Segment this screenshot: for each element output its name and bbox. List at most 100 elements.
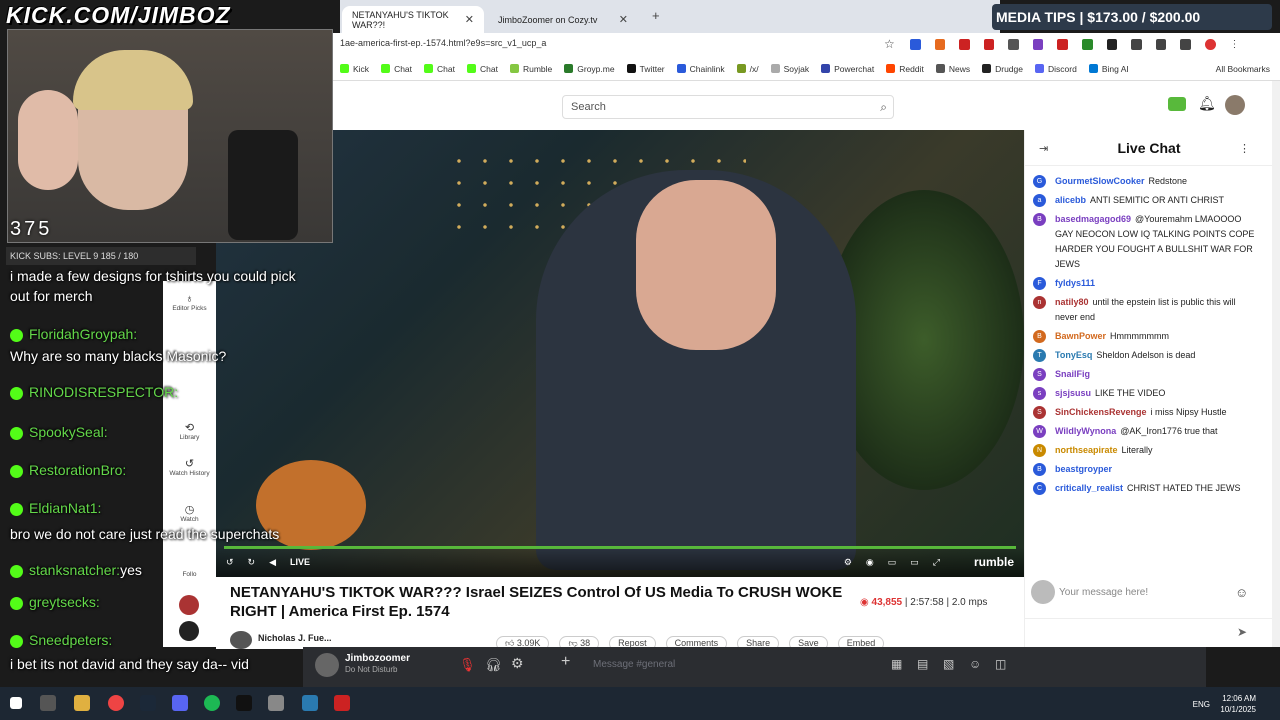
bookmark-bing-ai[interactable]: Bing AI	[1088, 64, 1129, 74]
bookmark-powerchat[interactable]: Powerchat	[821, 64, 874, 74]
extension-icon[interactable]	[1082, 39, 1093, 50]
extension-icon[interactable]	[934, 39, 946, 50]
clock[interactable]: 12:06 AM 10/1/2025	[1220, 693, 1256, 715]
volume-icon[interactable]: ◀	[269, 557, 276, 568]
extension-icon[interactable]	[1180, 39, 1191, 50]
avatar[interactable]	[230, 631, 252, 649]
avatar[interactable]: S	[1033, 406, 1046, 419]
sticker-icon[interactable]: ▧	[943, 657, 954, 671]
chat-username[interactable]: WildlyWynona	[1055, 426, 1116, 436]
avatar[interactable]: N	[1033, 444, 1046, 457]
all-bookmarks[interactable]: All Bookmarks	[1216, 64, 1270, 74]
avatar[interactable]: a	[1033, 194, 1046, 207]
mute-icon[interactable]: 🎙︎	[459, 657, 476, 673]
rumble-logo[interactable]: rumble	[974, 555, 1014, 569]
search-input[interactable]: Search ⌕	[562, 95, 894, 119]
avatar[interactable]: S	[1033, 368, 1046, 381]
browser-tab-active[interactable]: NETANYAHU'S TIKTOK WAR??! ✕	[342, 6, 484, 33]
chat-username[interactable]: BawnPower	[1055, 331, 1106, 341]
steam-icon[interactable]	[140, 695, 156, 711]
bookmark-twitter[interactable]: Twitter	[626, 64, 665, 74]
bookmark-news[interactable]: News	[935, 64, 970, 74]
channel-name[interactable]: Nicholas J. Fue...	[258, 633, 332, 643]
avatar[interactable]	[1225, 95, 1245, 115]
sidebar-item-editor-picks[interactable]: ♁ Editor Picks	[163, 293, 216, 312]
language-indicator[interactable]: ENG	[1193, 700, 1210, 709]
message-input[interactable]: Message #general	[593, 659, 675, 670]
extension-icon[interactable]	[1057, 39, 1069, 50]
search-icon[interactable]: ⌕	[880, 100, 887, 115]
bookmark-x[interactable]: /x/	[736, 64, 759, 74]
gear-icon[interactable]: ⚙	[511, 655, 524, 672]
emoji-icon[interactable]: ☺	[969, 657, 981, 671]
chat-username[interactable]: GourmetSlowCooker	[1055, 176, 1145, 186]
autoplay-toggle[interactable]: ◉	[866, 557, 874, 568]
bookmark-drudge[interactable]: Drudge	[982, 64, 1023, 74]
spotify-icon[interactable]	[204, 695, 220, 711]
avatar[interactable]	[179, 595, 199, 615]
app-icon[interactable]	[268, 695, 284, 711]
chat-username[interactable]: SinChickensRevenge	[1055, 407, 1147, 417]
avatar[interactable]: G	[1033, 175, 1046, 188]
sidebar-item-watch[interactable]: ◷ Watch	[163, 503, 216, 523]
go-live-icon[interactable]	[1168, 97, 1186, 111]
extension-icon[interactable]	[1131, 39, 1142, 50]
chat-username[interactable]: alicebb	[1055, 195, 1086, 205]
app-icon[interactable]	[334, 695, 350, 711]
avatar[interactable]: s	[1033, 387, 1046, 400]
extension-icon[interactable]	[910, 39, 921, 50]
close-tab-icon[interactable]: ✕	[465, 13, 474, 26]
avatar[interactable]: W	[1033, 425, 1046, 438]
bookmark-discord[interactable]: Discord	[1035, 64, 1077, 74]
gif-icon[interactable]: ▤	[917, 657, 928, 671]
headphones-icon[interactable]: 🎧︎	[485, 657, 502, 673]
bookmark-reddit[interactable]: Reddit	[886, 64, 924, 74]
avatar[interactable]: C	[1033, 482, 1046, 495]
chat-input[interactable]: Your message here!	[1059, 582, 1259, 604]
avatar[interactable]	[315, 653, 339, 677]
chat-username[interactable]: basedmagagod69	[1055, 214, 1131, 224]
chat-menu-icon[interactable]: ⋮	[1239, 142, 1250, 155]
windows-start-icon[interactable]	[10, 697, 22, 709]
chat-username[interactable]: TonyEsq	[1055, 350, 1092, 360]
avatar[interactable]: B	[1033, 463, 1046, 476]
discord-icon[interactable]	[172, 695, 188, 711]
bookmark-groyp-me[interactable]: Groyp.me	[564, 64, 615, 74]
bookmark-chat[interactable]: Chat	[424, 64, 455, 74]
profile-icon[interactable]	[1204, 39, 1216, 50]
chrome-icon[interactable]	[108, 695, 124, 711]
chat-username[interactable]: northseapirate	[1055, 445, 1118, 455]
theater-icon[interactable]: ▭	[910, 557, 919, 568]
settings-icon[interactable]: ⚙	[844, 557, 852, 568]
avatar[interactable]: F	[1033, 277, 1046, 290]
extension-icon[interactable]	[959, 39, 970, 50]
chat-username[interactable]: sjsjsusu	[1055, 388, 1091, 398]
bookmark-soyjak[interactable]: Soyjak	[770, 64, 809, 74]
notification-bell-icon[interactable]: 🔔︎	[1198, 95, 1216, 112]
fullscreen-icon[interactable]: ⤢	[933, 557, 940, 568]
extension-icon[interactable]	[983, 39, 995, 50]
app-icon[interactable]	[236, 695, 252, 711]
video-player[interactable]: ↺ ↻ ◀ LIVE ⚙ ◉ ▭ ▭ ⤢ rumble	[216, 130, 1024, 577]
game-icon[interactable]: ◫	[995, 657, 1006, 671]
bookmark-chainlink[interactable]: Chainlink	[676, 64, 725, 74]
chat-username[interactable]: critically_realist	[1055, 483, 1123, 493]
extension-icon[interactable]	[1032, 39, 1044, 50]
bookmark-chat[interactable]: Chat	[381, 64, 412, 74]
extension-icon[interactable]	[1155, 39, 1167, 50]
avatar[interactable]: B	[1033, 213, 1046, 226]
task-view-icon[interactable]	[40, 695, 56, 711]
avatar[interactable]	[179, 621, 199, 641]
browser-tab[interactable]: JimboZoomer on Cozy.tv ✕	[488, 6, 638, 33]
menu-icon[interactable]: ⋮	[1230, 39, 1241, 50]
chat-username[interactable]: SnailFig	[1055, 369, 1090, 379]
extension-icon[interactable]	[1106, 39, 1118, 50]
url-field[interactable]: 1ae-america-first-ep.-1574.html?e9s=src_…	[340, 38, 546, 48]
file-explorer-icon[interactable]	[74, 695, 90, 711]
miniplayer-icon[interactable]: ▭	[888, 557, 897, 568]
sidebar-item-library[interactable]: ⟲ Library	[163, 421, 216, 441]
chat-username[interactable]: natily80	[1055, 297, 1089, 307]
page-scrollbar[interactable]	[1272, 81, 1280, 647]
collapse-chat-icon[interactable]: ⇥	[1039, 142, 1048, 155]
avatar[interactable]: n	[1033, 296, 1046, 309]
